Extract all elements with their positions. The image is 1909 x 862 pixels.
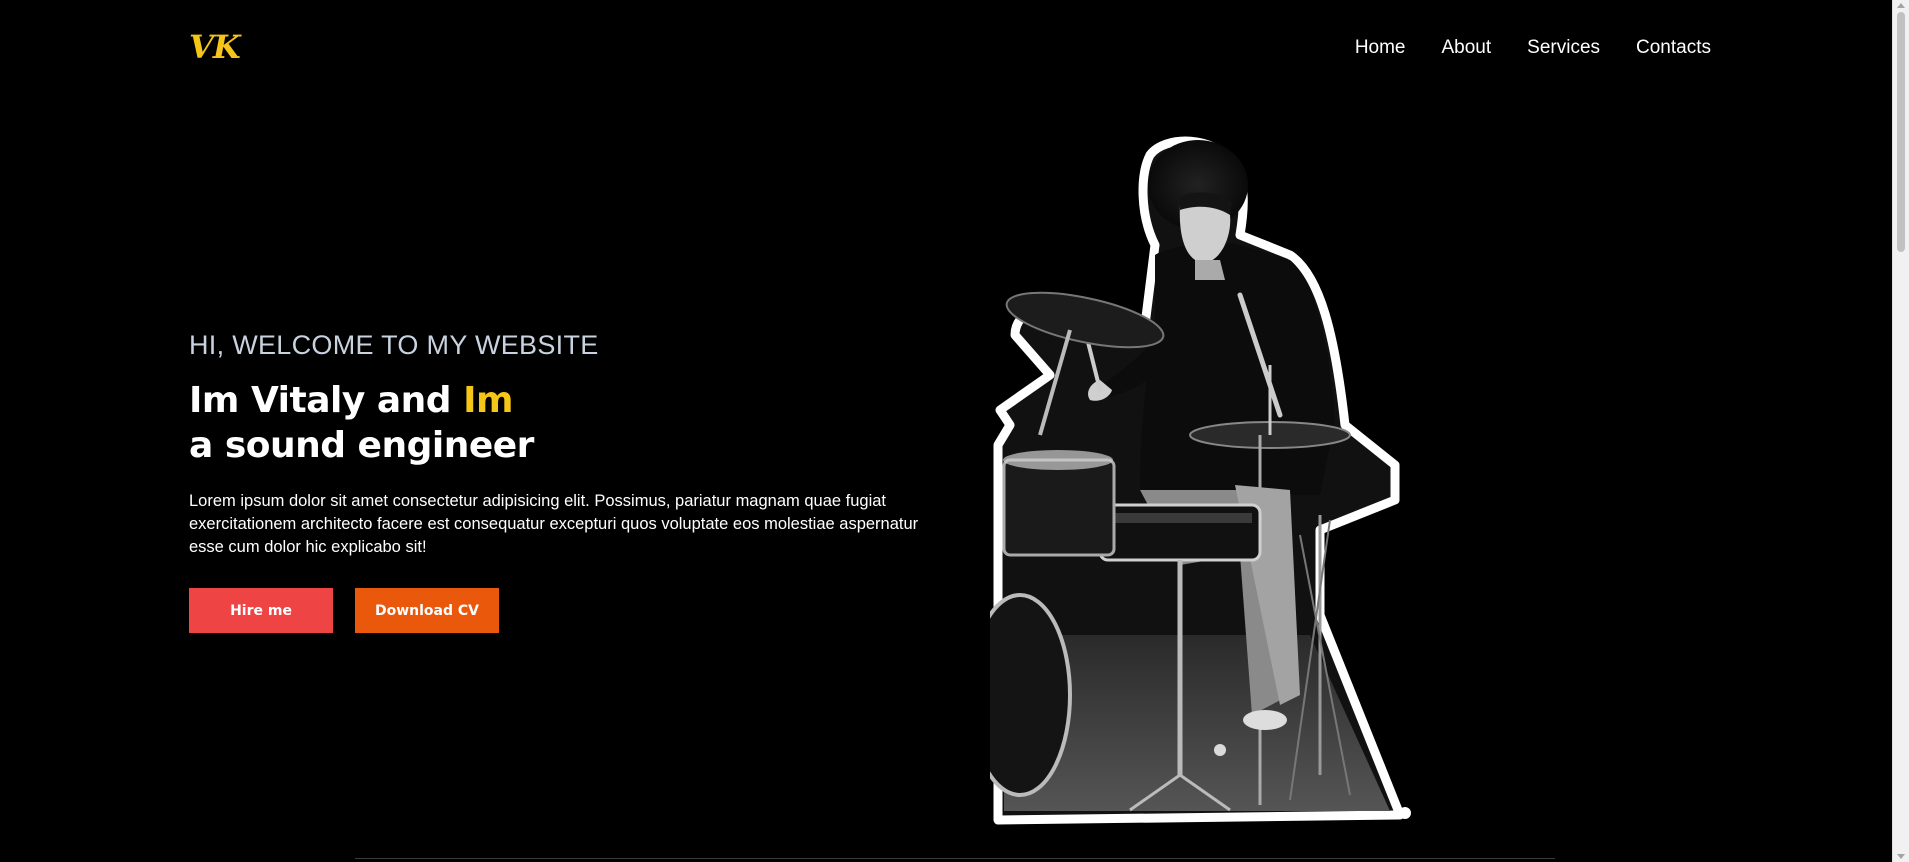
scroll-down-icon[interactable] [1897,854,1905,859]
drummer-photo [990,136,1411,825]
heading-line2: a sound engineer [189,425,534,466]
hero-description: Lorem ipsum dolor sit amet consectetur a… [189,492,919,556]
download-cv-button[interactable]: Download CV [355,588,499,633]
nav-contacts[interactable]: Contacts [1636,37,1711,59]
scrollbar-thumb[interactable] [1897,12,1905,252]
scroll-up-icon[interactable] [1897,3,1905,8]
welcome-text: HI, WELCOME TO MY WEBSITE [189,330,599,360]
nav-services[interactable]: Services [1527,37,1600,59]
heading-part-a: Im Vitaly and [189,380,464,421]
hire-me-button[interactable]: Hire me [189,588,333,633]
page: VK Home About Services Contacts HI, WELC… [0,0,1909,862]
hero-heading: Im Vitaly and Im a sound engineer [189,378,534,468]
logo[interactable]: VK [189,28,241,66]
heading-accent: Im [463,380,513,421]
nav-home[interactable]: Home [1355,37,1406,59]
section-divider [355,858,1555,859]
main-nav: Home About Services Contacts [1355,37,1711,59]
nav-about[interactable]: About [1442,37,1492,59]
scrollbar[interactable] [1892,0,1909,862]
